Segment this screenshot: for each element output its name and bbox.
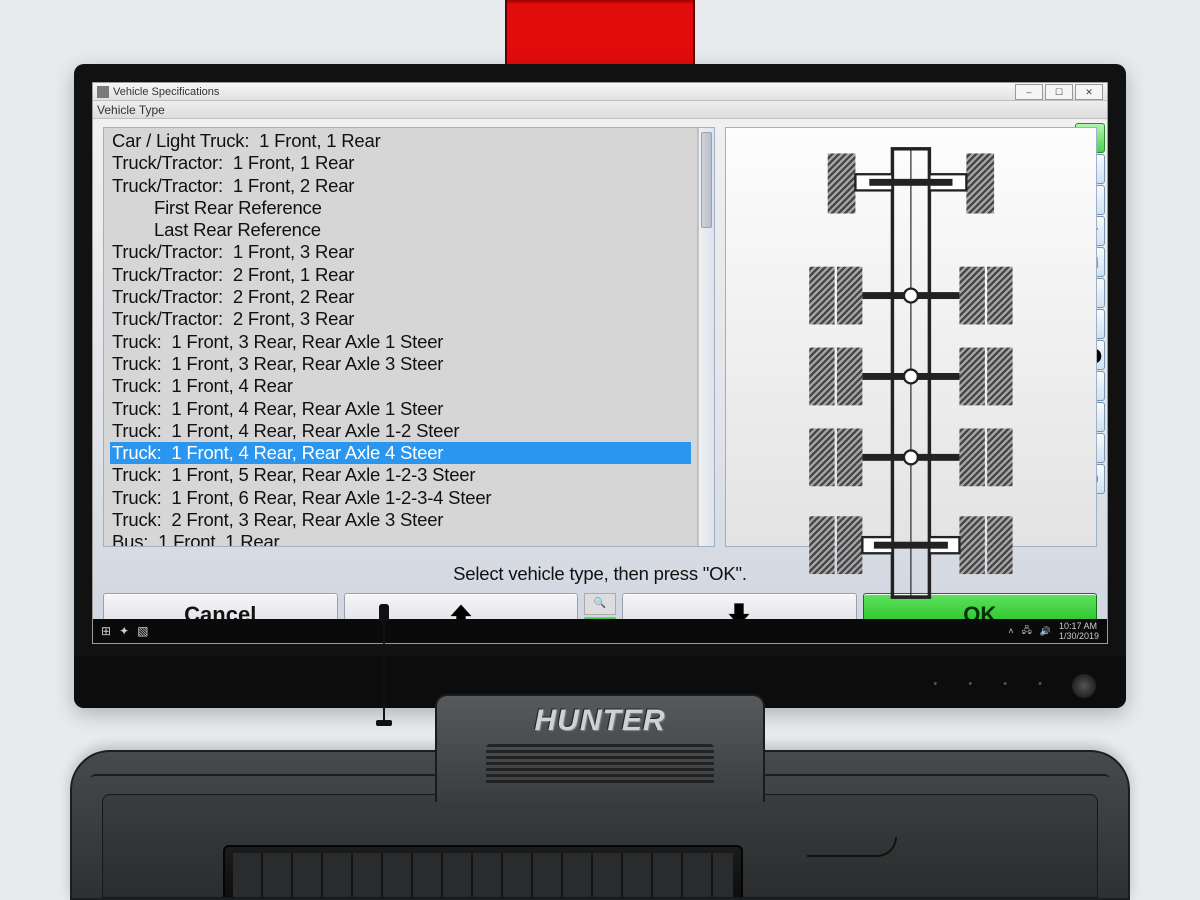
- vehicle-type-row[interactable]: Truck: 1 Front, 6 Rear, Rear Axle 1-2-3-…: [110, 487, 691, 509]
- vehicle-type-row[interactable]: First Rear Reference: [110, 197, 691, 219]
- monitor-power-button[interactable]: [1072, 674, 1096, 698]
- vehicle-type-row[interactable]: Truck: 1 Front, 5 Rear, Rear Axle 1-2-3 …: [110, 464, 691, 486]
- antenna: [383, 614, 385, 724]
- vehicle-type-row[interactable]: Truck: 2 Front, 3 Rear, Rear Axle 3 Stee…: [110, 509, 691, 531]
- list-scrollbar[interactable]: [698, 128, 714, 546]
- vehicle-type-row[interactable]: Truck: 1 Front, 4 Rear, Rear Axle 1-2 St…: [110, 420, 691, 442]
- workspace: ?╫▣0.3°📖✖⟳↕⬤E🖶⎋🌐 Car / Light Truck: 1 Fr…: [93, 119, 1107, 643]
- axle-diagram: [726, 128, 1096, 613]
- monitor-frame: Vehicle Specifications – ☐ ✕ Vehicle Typ…: [74, 64, 1126, 708]
- vehicle-type-list-panel: Car / Light Truck: 1 Front, 1 RearTruck/…: [103, 127, 715, 547]
- vehicle-type-row[interactable]: Last Rear Reference: [110, 219, 691, 241]
- vehicle-type-row[interactable]: Truck/Tractor: 1 Front, 3 Rear: [110, 241, 691, 263]
- speaker-grille: [486, 744, 714, 786]
- vehicle-type-row[interactable]: Truck/Tractor: 1 Front, 2 Rear: [110, 175, 691, 197]
- vehicle-type-row[interactable]: Truck: 1 Front, 3 Rear, Rear Axle 3 Stee…: [110, 353, 691, 375]
- window-titlebar: Vehicle Specifications – ☐ ✕: [93, 83, 1107, 101]
- app-icon: [97, 86, 109, 98]
- tray-time[interactable]: 10:17 AM1/30/2019: [1059, 621, 1099, 641]
- screen: Vehicle Specifications – ☐ ✕ Vehicle Typ…: [92, 82, 1108, 644]
- vehicle-type-row[interactable]: Truck: 1 Front, 4 Rear: [110, 375, 691, 397]
- vehicle-type-row[interactable]: Bus: 1 Front, 1 Rear: [110, 531, 691, 546]
- tray-volume-icon[interactable]: 🔊: [1040, 626, 1051, 637]
- taskbar[interactable]: ⊞ ✦ ▧ ˄ 🖧 🔊 10:17 AM1/30/2019: [93, 619, 1107, 643]
- equipment-base: HUNTER: [70, 750, 1130, 900]
- brand-logo: HUNTER: [535, 704, 666, 738]
- window-title: Vehicle Specifications: [113, 86, 219, 98]
- vehicle-type-row[interactable]: Truck/Tractor: 2 Front, 2 Rear: [110, 286, 691, 308]
- monitor-control-dots: • • • •: [933, 678, 1056, 690]
- vehicle-type-list[interactable]: Car / Light Truck: 1 Front, 1 RearTruck/…: [104, 128, 698, 546]
- vehicle-type-row[interactable]: Car / Light Truck: 1 Front, 1 Rear: [110, 130, 691, 152]
- console-housing: HUNTER: [435, 694, 765, 802]
- app-taskbar-icon[interactable]: ▧: [137, 624, 148, 638]
- keyboard[interactable]: [223, 845, 743, 897]
- zoom-icon: 🔍: [584, 593, 616, 615]
- window-maximize-button[interactable]: ☐: [1045, 84, 1073, 100]
- vehicle-type-row[interactable]: Truck: 1 Front, 4 Rear, Rear Axle 1 Stee…: [110, 398, 691, 420]
- vehicle-type-row[interactable]: Truck/Tractor: 2 Front, 3 Rear: [110, 308, 691, 330]
- window-close-button[interactable]: ✕: [1075, 84, 1103, 100]
- app-window: Vehicle Specifications – ☐ ✕ Vehicle Typ…: [92, 82, 1108, 644]
- vehicle-type-row[interactable]: Truck: 1 Front, 4 Rear, Rear Axle 4 Stee…: [110, 442, 691, 464]
- start-icon[interactable]: ⊞: [101, 624, 111, 638]
- tray-network-icon[interactable]: 🖧: [1022, 623, 1032, 639]
- cable: [807, 837, 897, 857]
- axle-diagram-panel: [725, 127, 1097, 547]
- menu-bar[interactable]: Vehicle Type: [93, 101, 1107, 119]
- menu-vehicle-type[interactable]: Vehicle Type: [97, 103, 165, 117]
- tray-chevron-icon[interactable]: ˄: [1008, 626, 1013, 636]
- vehicle-type-row[interactable]: Truck: 1 Front, 3 Rear, Rear Axle 1 Stee…: [110, 331, 691, 353]
- vehicle-type-row[interactable]: Truck/Tractor: 2 Front, 1 Rear: [110, 264, 691, 286]
- taskview-icon[interactable]: ✦: [119, 624, 129, 638]
- vehicle-type-row[interactable]: Truck/Tractor: 1 Front, 1 Rear: [110, 152, 691, 174]
- window-minimize-button[interactable]: –: [1015, 84, 1043, 100]
- scrollbar-thumb[interactable]: [701, 132, 712, 228]
